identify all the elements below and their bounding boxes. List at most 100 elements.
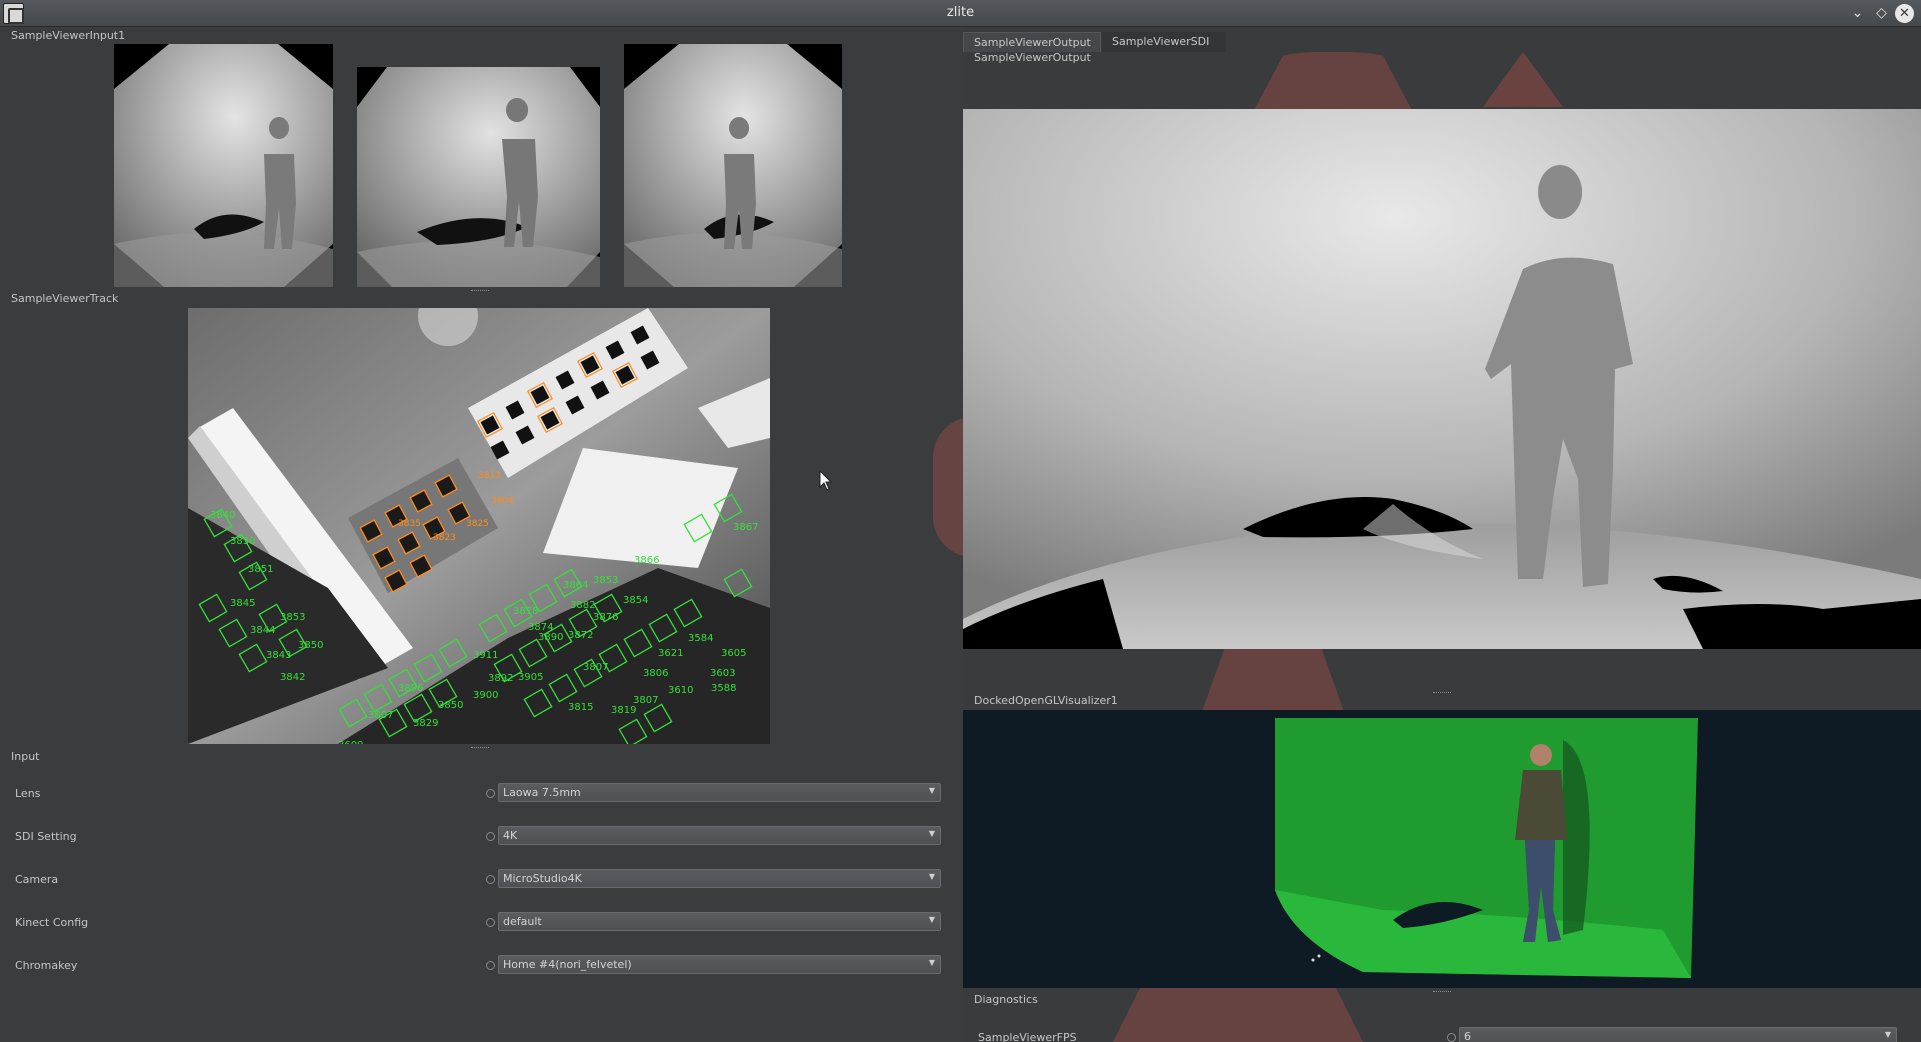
depth-thumbnail-3[interactable] [624, 44, 842, 287]
splitter-handle[interactable] [471, 747, 489, 750]
marker-label: 3823 [433, 533, 456, 543]
fps-row: SampleViewerFPS 6 ▼ [963, 1023, 1921, 1042]
kinect-config-select[interactable]: default ▼ [498, 912, 941, 931]
tab-sample-viewer-sdi[interactable]: SampleViewerSDI [1102, 32, 1226, 52]
opengl-visualizer-view[interactable] [963, 710, 1921, 988]
marker-label: 3853 [280, 612, 305, 623]
fps-label: SampleViewerFPS [978, 1031, 1077, 1042]
depth-thumbnail-2[interactable] [357, 67, 600, 287]
marker-label: 3813 [478, 471, 501, 481]
kinect-config-label: Kinect Config [15, 916, 89, 929]
marker-label: 3892 [488, 673, 513, 684]
cone-decoration [1483, 52, 1563, 107]
splitter-handle[interactable] [1433, 692, 1451, 695]
tracking-camera-view[interactable]: 3813 3804 3835 3823 3825 3840 3830 3851 … [188, 308, 770, 744]
right-panel: SampleViewerOutput SampleViewerSDI Sampl… [933, 27, 1921, 1042]
marker-label: 3806 [643, 668, 668, 679]
marker-label: 3882 [570, 600, 595, 611]
left-panel: SampleViewerInput1 SampleViewerTrack 381… [0, 27, 962, 1042]
marker-label: 3609 [338, 740, 363, 744]
marker-label: 3843 [266, 650, 291, 661]
track-viewer-label: SampleViewerTrack [11, 292, 119, 305]
marker-label: 3840 [210, 510, 235, 521]
diagnostics-label: Diagnostics [974, 993, 1038, 1006]
depth-thumbnail-1[interactable] [114, 44, 333, 287]
marker-label: 3842 [280, 672, 305, 683]
marker-label: 3876 [593, 612, 618, 623]
chevron-down-icon: ▼ [928, 915, 935, 924]
marker-label: 3807 [583, 662, 608, 673]
splitter-handle[interactable] [1433, 991, 1451, 994]
tab-sample-viewer-output[interactable]: SampleViewerOutput [963, 32, 1101, 52]
sdi-setting-radio[interactable] [486, 832, 495, 841]
marker-label: 3878 [513, 606, 538, 617]
mouse-cursor-icon [819, 470, 833, 491]
chevron-down-icon: ▼ [928, 872, 935, 881]
marker-label: 3830 [230, 536, 255, 547]
sdi-setting-row: SDI Setting 4K ▼ [0, 822, 962, 852]
chevron-down-icon: ▼ [928, 958, 935, 967]
chevron-down-icon: ▼ [928, 829, 935, 838]
camera-radio[interactable] [486, 875, 495, 884]
marker-label: 3621 [658, 648, 683, 659]
fps-radio[interactable] [1447, 1033, 1456, 1042]
splitter-handle[interactable] [471, 290, 489, 293]
marker-label: 3825 [466, 519, 489, 529]
marker-label: 3807 [633, 695, 658, 706]
gl-visualizer-label: DockedOpenGLVisualizer1 [974, 694, 1118, 707]
marker-label: 3610 [668, 685, 693, 696]
chevron-down-icon: ▼ [928, 786, 935, 795]
marker-label: 3900 [473, 690, 498, 701]
lens-select[interactable]: Laowa 7.5mm ▼ [498, 783, 941, 802]
input-viewer-label: SampleViewerInput1 [11, 29, 126, 42]
input-section-label: Input [11, 750, 40, 763]
marker-label: 3866 [634, 555, 659, 566]
marker-label: 3845 [230, 598, 255, 609]
marker-label: 3850 [298, 640, 323, 651]
marker-label: 3819 [611, 705, 636, 716]
lens-row: Lens Laowa 7.5mm ▼ [0, 779, 962, 809]
lens-radio[interactable] [486, 789, 495, 798]
chromakey-radio[interactable] [486, 961, 495, 970]
marker-label: 3905 [518, 672, 543, 683]
sdi-setting-select[interactable]: 4K ▼ [498, 826, 941, 845]
marker-label: 3815 [568, 702, 593, 713]
lens-label: Lens [15, 787, 41, 800]
camera-row: Camera MicroStudio4K ▼ [0, 865, 962, 895]
marker-label: 3588 [711, 683, 736, 694]
marker-label: 3911 [473, 650, 498, 661]
chromakey-label: Chromakey [15, 959, 78, 972]
minimize-icon[interactable]: ⌄ [1848, 4, 1867, 23]
marker-label: 3807 [368, 710, 393, 721]
depth-output-view[interactable] [963, 109, 1921, 649]
marker-label: 3835 [398, 519, 421, 529]
marker-label: 3804 [491, 496, 514, 506]
output-viewer-label: SampleViewerOutput [974, 51, 1091, 64]
window-title: zlite [946, 5, 975, 20]
marker-label: 3853 [593, 575, 618, 586]
chromakey-select[interactable]: Home #4(nori_felvetel) ▼ [498, 955, 941, 974]
marker-label: 3867 [733, 522, 758, 533]
kinect-config-row: Kinect Config default ▼ [0, 908, 962, 938]
chevron-down-icon: ▼ [1884, 1030, 1891, 1039]
title-bar: zlite ⌄ ◇ ✕ [0, 0, 1921, 27]
camera-select[interactable]: MicroStudio4K ▼ [498, 869, 941, 888]
marker-label: 3854 [623, 595, 648, 606]
marker-label: 3844 [250, 625, 275, 636]
marker-label: 3603 [710, 668, 735, 679]
marker-label: 3864 [563, 580, 588, 591]
maximize-icon[interactable]: ◇ [1872, 4, 1891, 23]
sdi-setting-label: SDI Setting [15, 830, 77, 843]
marker-label: 3890 [538, 632, 563, 643]
marker-label: 3605 [721, 648, 746, 659]
kinect-config-radio[interactable] [486, 918, 495, 927]
fps-field[interactable]: 6 ▼ [1459, 1027, 1897, 1042]
cone-decoration [1253, 52, 1413, 112]
marker-label: 3829 [413, 718, 438, 729]
camera-label: Camera [15, 873, 59, 886]
close-icon[interactable]: ✕ [1895, 4, 1914, 23]
marker-label: 3850 [438, 700, 463, 711]
marker-label: 3851 [248, 564, 273, 575]
chromakey-row: Chromakey Home #4(nori_felvetel) ▼ [0, 951, 962, 981]
marker-label: 3872 [568, 630, 593, 641]
